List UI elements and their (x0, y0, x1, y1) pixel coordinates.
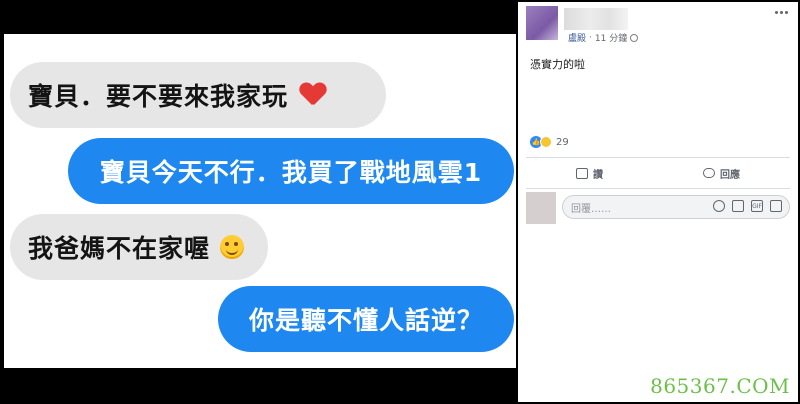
haha-reaction-icon (540, 136, 552, 148)
comment-button[interactable]: 回應 (703, 166, 740, 181)
post-time[interactable]: 11 分鐘 (595, 31, 627, 44)
message-text: 你是聽不懂人話逆？ (248, 306, 483, 335)
blurred-name (564, 8, 628, 30)
avatar[interactable] (526, 192, 556, 224)
post-meta: 盧殿 · 11 分鐘 (568, 31, 639, 44)
outgoing-message: 你是聽不懂人話逆？ (218, 286, 514, 352)
emoji-icon[interactable] (713, 200, 725, 212)
incoming-message: 我爸媽不在家喔 (10, 214, 268, 280)
author-name[interactable]: 盧殿 (568, 31, 586, 44)
like-button[interactable]: 讚 (576, 166, 603, 181)
gif-icon[interactable]: GIF (751, 200, 763, 212)
reaction-count: 29 (556, 136, 569, 148)
dot-separator: · (589, 32, 592, 43)
heart-icon (300, 83, 326, 107)
comment-icon (703, 168, 715, 178)
camera-icon[interactable] (732, 200, 744, 212)
more-options-icon[interactable] (775, 11, 788, 14)
avatar[interactable] (526, 6, 558, 40)
reaction-summary[interactable]: 👍 29 (530, 136, 569, 148)
globe-icon (630, 33, 639, 42)
facebook-post: 盧殿 · 11 分鐘 憑實力的啦 👍 29 讚 回應 回覆…… GIF 8653… (518, 2, 798, 402)
comment-tools: GIF (713, 200, 782, 212)
message-text: 我爸媽不在家喔 (28, 234, 211, 263)
watermark: 865367.COM (650, 374, 790, 398)
chat-screenshot: 寶貝．要不要來我家玩 寶貝今天不行．我買了戰地風雲1 我爸媽不在家喔 你是聽不懂… (4, 34, 516, 368)
outgoing-message: 寶貝今天不行．我買了戰地風雲1 (68, 138, 514, 204)
comment-composer: 回覆…… GIF (526, 190, 790, 224)
divider (526, 188, 790, 189)
action-bar: 讚 回應 (526, 160, 790, 186)
message-text: 寶貝今天不行．我買了戰地風雲1 (99, 158, 483, 187)
message-text: 寶貝．要不要來我家玩 (28, 82, 289, 111)
divider (526, 157, 790, 158)
smile-icon (220, 235, 245, 259)
sticker-icon[interactable] (770, 200, 782, 212)
comment-label: 回應 (720, 169, 740, 181)
post-text: 憑實力的啦 (530, 58, 585, 71)
like-label: 讚 (593, 169, 603, 181)
comment-placeholder: 回覆…… (571, 203, 611, 215)
incoming-message: 寶貝．要不要來我家玩 (10, 62, 386, 128)
thumbs-up-icon (576, 167, 588, 179)
